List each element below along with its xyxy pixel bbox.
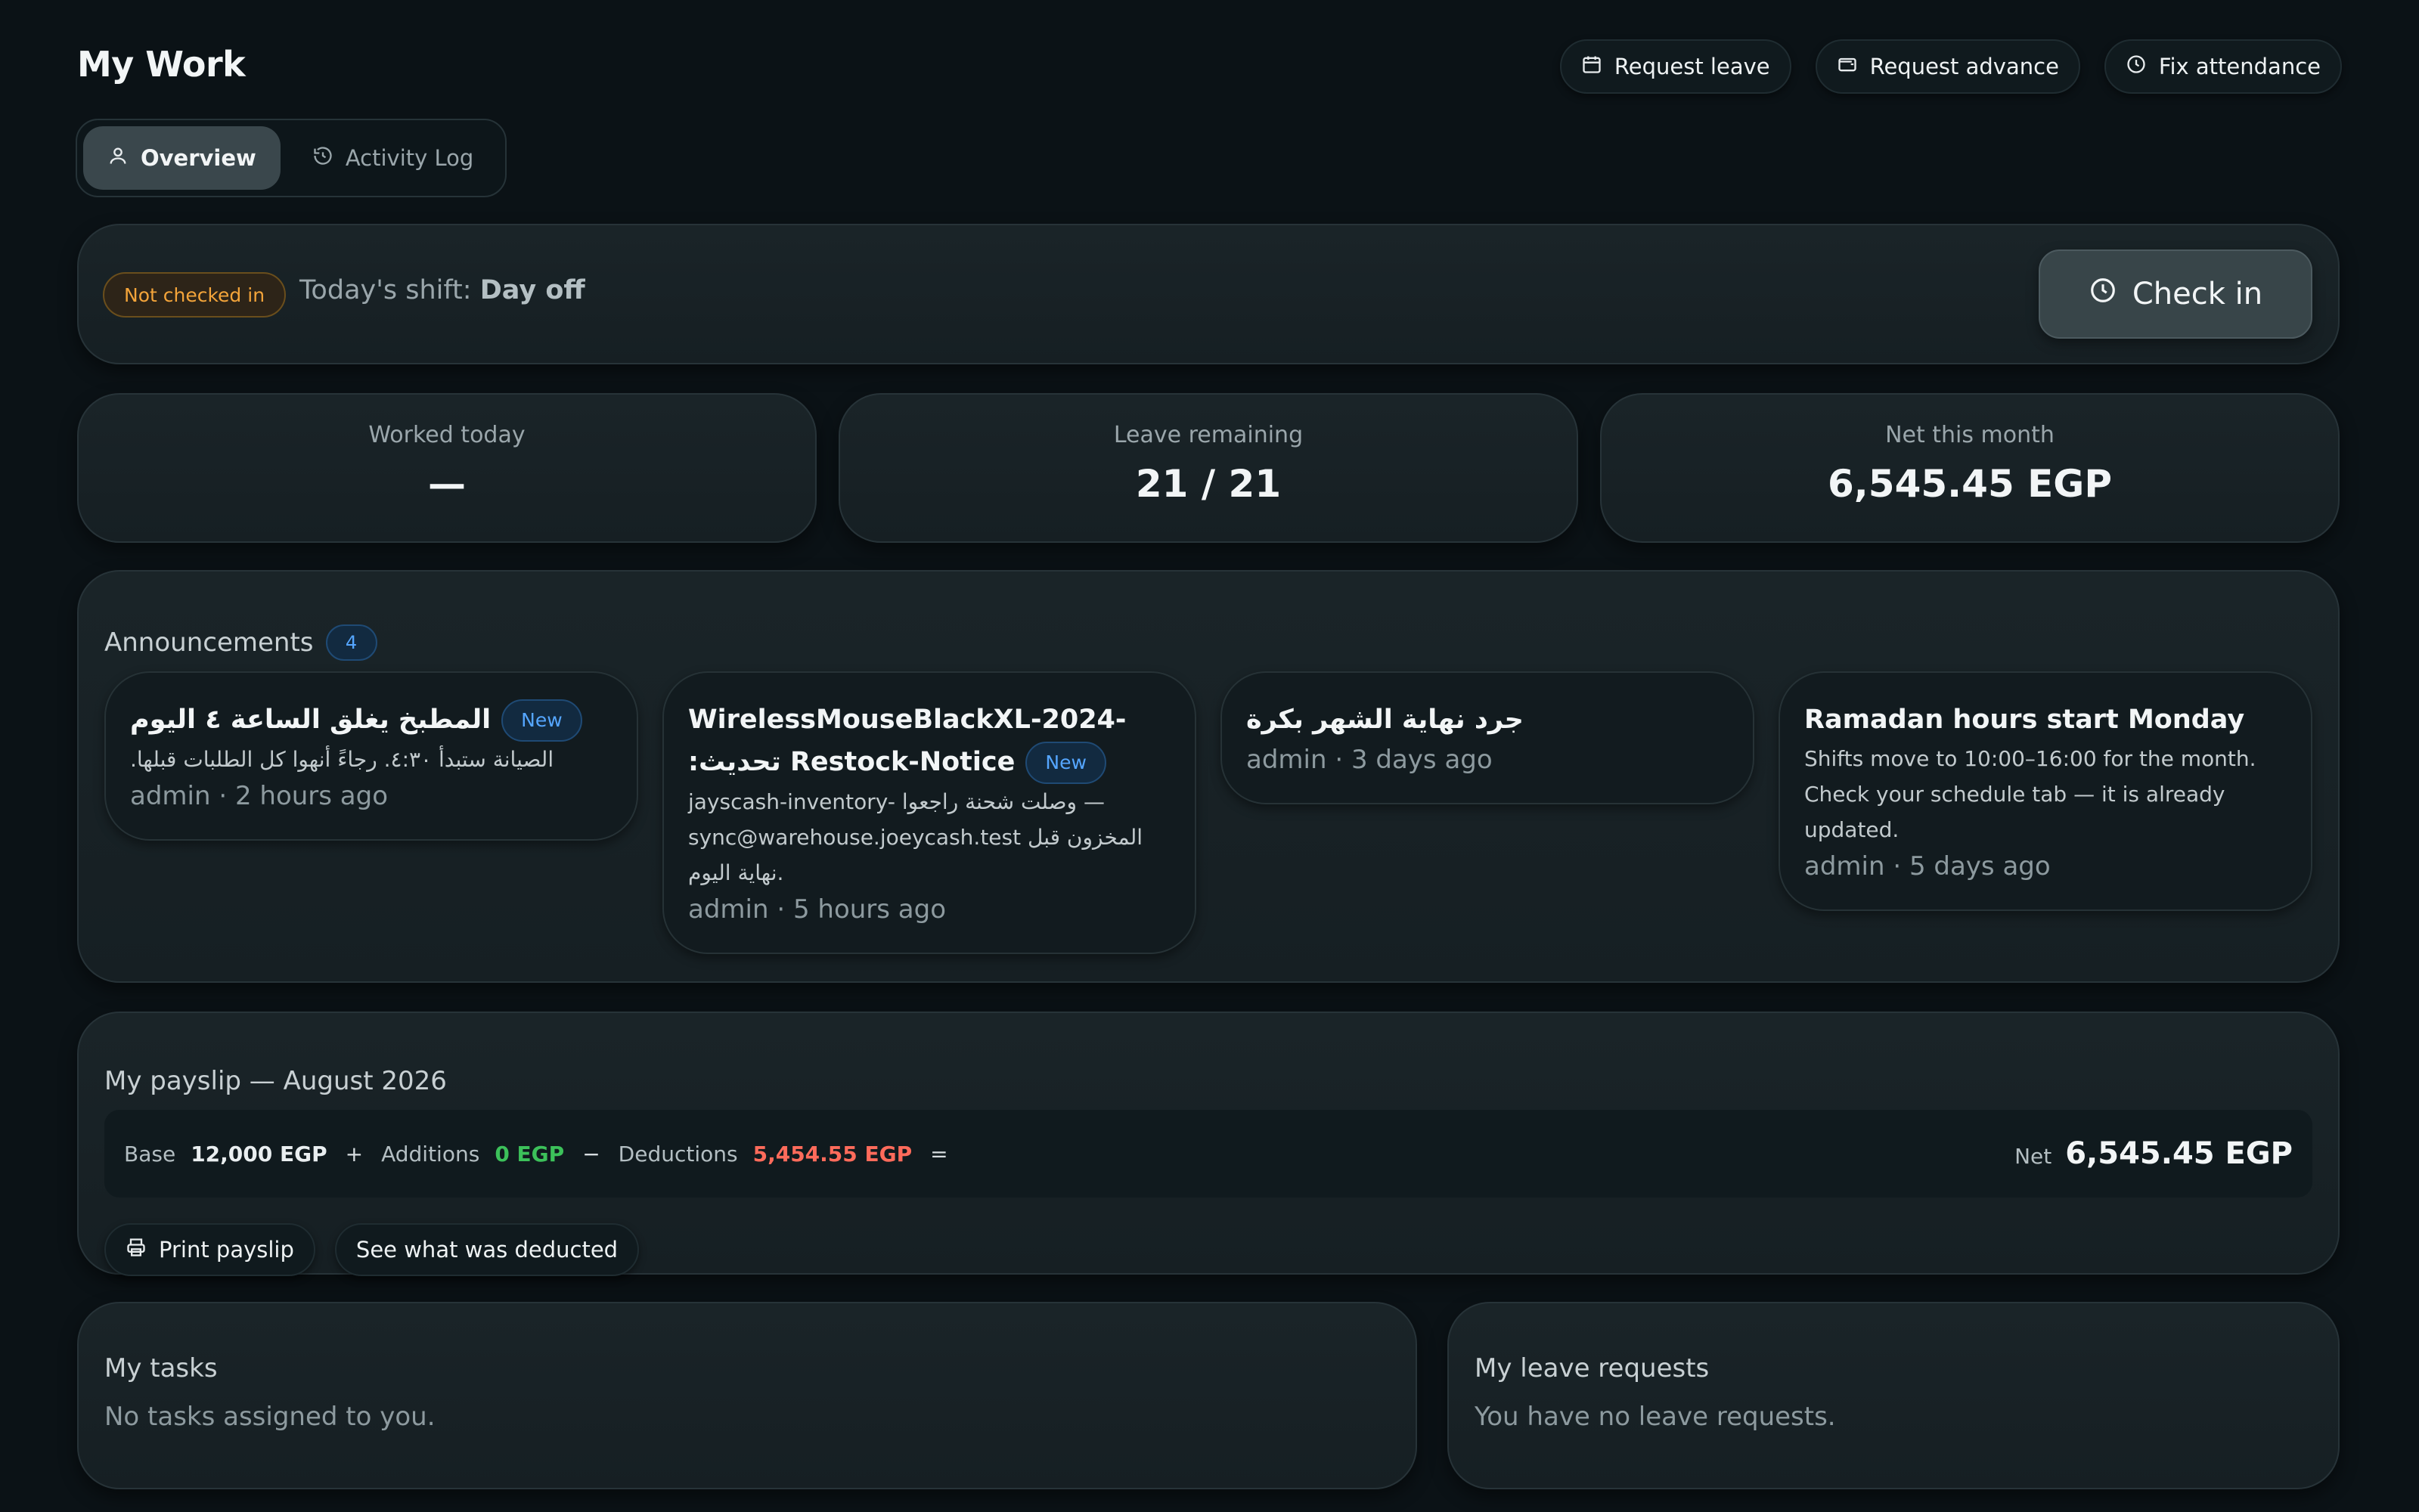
leave-requests-empty-message: You have no leave requests.	[1475, 1402, 1836, 1432]
payslip-title: My payslip — August 2026	[104, 1066, 447, 1096]
tab-overview[interactable]: Overview	[83, 126, 281, 190]
announcement-meta: admin · 5 hours ago	[688, 894, 947, 925]
stat-leave-remaining: Leave remaining 21 / 21	[839, 393, 1578, 543]
equals-sign: =	[930, 1141, 948, 1167]
history-icon	[312, 145, 333, 172]
leave-requests-title: My leave requests	[1475, 1353, 1710, 1383]
see-deductions-label: See what was deducted	[355, 1237, 619, 1263]
stat-value: 21 / 21	[1135, 462, 1282, 506]
wallet-icon	[1837, 54, 1858, 80]
minus-sign: −	[582, 1141, 600, 1167]
page-title: My Work	[77, 44, 246, 85]
stat-net-this-month: Net this month 6,545.45 EGP	[1600, 393, 2340, 543]
announcement-meta: admin · 3 days ago	[1246, 745, 1493, 775]
tab-activity-log[interactable]: Activity Log	[288, 126, 498, 190]
announcement-body: Shifts move to 10:00–16:00 for the month…	[1804, 746, 2256, 842]
announcement-title: جرد نهاية الشهر بكرة	[1246, 705, 1524, 735]
stat-label: Net this month	[1885, 422, 2055, 448]
stat-label: Leave remaining	[1113, 422, 1304, 448]
announcement-body: الصيانة ستبدأ ٤:٣٠. رجاءً أنهوا كل الطلب…	[130, 747, 554, 772]
payslip-net: Net 6,545.45 EGP	[2014, 1136, 2293, 1171]
announcements-count-badge: 4	[325, 624, 377, 661]
announcements-card: Announcements 4 المطبخ يغلق الساعة ٤ الي…	[77, 570, 2340, 983]
clock-icon	[2089, 276, 2117, 312]
request-leave-button[interactable]: Request leave	[1559, 39, 1791, 94]
base-value: 12,000 EGP	[191, 1141, 327, 1167]
base-label: Base	[124, 1141, 176, 1167]
tab-bar: Overview Activity Log	[76, 119, 507, 197]
tasks-empty-message: No tasks assigned to you.	[104, 1402, 436, 1432]
announcement-title: Ramadan hours start Monday	[1804, 705, 2245, 735]
header-actions: Request leave Request advance Fix attend…	[1559, 39, 2342, 94]
announcement-meta: admin · 5 days ago	[1804, 851, 2051, 881]
stat-value: 6,545.45 EGP	[1828, 462, 2112, 506]
shift-value: Day off	[479, 275, 585, 305]
deductions-label: Deductions	[618, 1141, 738, 1167]
fix-attendance-label: Fix attendance	[2158, 54, 2321, 79]
tasks-card: My tasks No tasks assigned to you.	[77, 1302, 1417, 1489]
request-advance-button[interactable]: Request advance	[1815, 39, 2080, 94]
see-deductions-button[interactable]: See what was deducted	[334, 1223, 640, 1276]
leave-requests-card: My leave requests You have no leave requ…	[1447, 1302, 2340, 1489]
new-badge: New	[1025, 742, 1106, 784]
payslip-breakdown: Base 12,000 EGP + Additions 0 EGP − Dedu…	[104, 1110, 2312, 1198]
announcement-body: jayscash-inventory- وصلت شحنة راجعوا — s…	[688, 789, 1143, 885]
print-payslip-button[interactable]: Print payslip	[104, 1223, 315, 1276]
attendance-status-card: Not checked in Today's shift: Day off Ch…	[77, 224, 2340, 364]
payslip-actions: Print payslip See what was deducted	[104, 1223, 640, 1276]
stat-label: Worked today	[368, 422, 526, 448]
request-leave-label: Request leave	[1614, 54, 1770, 79]
fix-attendance-button[interactable]: Fix attendance	[2104, 39, 2342, 94]
announcement-title-text: المطبخ يغلق الساعة ٤ اليوم	[130, 705, 492, 735]
check-in-label: Check in	[2132, 277, 2263, 311]
request-advance-label: Request advance	[1869, 54, 2059, 79]
shift-prefix: Today's shift:	[299, 275, 472, 305]
announcement-meta: admin · 2 hours ago	[130, 781, 389, 811]
tab-activity-log-label: Activity Log	[345, 145, 474, 171]
net-value: 6,545.45 EGP	[2065, 1136, 2293, 1171]
payslip-card: My payslip — August 2026 Base 12,000 EGP…	[77, 1012, 2340, 1276]
check-in-button[interactable]: Check in	[2039, 249, 2312, 339]
net-label: Net	[2014, 1144, 2052, 1169]
announcement-title: المطبخ يغلق الساعة ٤ اليوم New	[130, 699, 613, 742]
print-payslip-label: Print payslip	[159, 1237, 294, 1263]
announcement-item[interactable]: WirelessMouseBlackXL-2024- :تحديث Restoc…	[662, 671, 1196, 954]
deductions-value: 5,454.55 EGP	[752, 1141, 913, 1167]
announcement-item[interactable]: جرد نهاية الشهر بكرة admin · 3 days ago	[1220, 671, 1754, 804]
page: My Work Request leave Request advance Fi…	[0, 0, 2419, 1512]
tab-overview-label: Overview	[141, 145, 256, 171]
announcements-heading: Announcements 4	[104, 624, 377, 661]
announcements-title: Announcements	[104, 627, 314, 658]
header: My Work Request leave Request advance Fi…	[77, 39, 2342, 94]
stat-value: —	[428, 462, 466, 506]
announcement-item[interactable]: المطبخ يغلق الساعة ٤ اليوم New الصيانة ست…	[104, 671, 638, 841]
plus-sign: +	[345, 1141, 364, 1167]
user-icon	[107, 145, 129, 172]
calendar-icon	[1581, 54, 1602, 80]
clock-icon	[2126, 54, 2147, 80]
announcement-item[interactable]: Ramadan hours start Monday Shifts move t…	[1779, 671, 2312, 911]
printer-icon	[126, 1237, 147, 1263]
additions-label: Additions	[381, 1141, 480, 1167]
todays-shift: Today's shift: Day off	[299, 275, 585, 305]
new-badge: New	[501, 699, 582, 742]
additions-value: 0 EGP	[495, 1141, 565, 1167]
announcement-title: WirelessMouseBlackXL-2024- :تحديث Restoc…	[688, 699, 1171, 784]
stat-worked-today: Worked today —	[77, 393, 817, 543]
status-badge: Not checked in	[103, 272, 287, 318]
tasks-title: My tasks	[104, 1353, 218, 1383]
